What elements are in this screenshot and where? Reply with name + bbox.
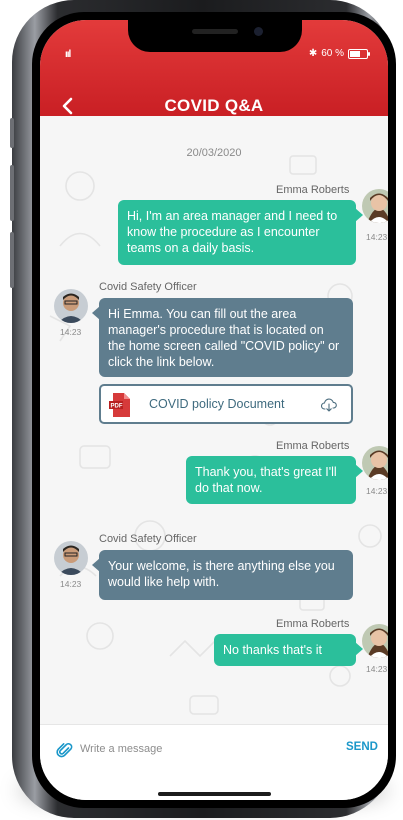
message-bubble-outgoing: No thanks that's it <box>214 634 363 666</box>
message-bubble-outgoing: Hi, I'm an area manager and I need to kn… <box>118 200 363 265</box>
chat-date: 20/03/2020 <box>186 147 242 159</box>
send-button[interactable]: SEND <box>346 741 378 753</box>
battery-icon <box>348 48 370 59</box>
cloud-download-icon[interactable] <box>321 397 337 413</box>
avatar-image <box>362 446 388 480</box>
message-composer: SEND <box>40 724 388 800</box>
notch <box>128 20 302 52</box>
sender-name: Covid Safety Officer <box>99 281 197 293</box>
paperclip-icon[interactable] <box>56 741 74 759</box>
sender-name: Covid Safety Officer <box>99 533 197 545</box>
message-time: 14:23 <box>60 327 82 337</box>
avatar-image <box>54 289 88 323</box>
sender-name: Emma Roberts <box>276 440 350 452</box>
avatar-emma-roberts <box>362 624 388 658</box>
avatar-image <box>54 541 88 575</box>
avatar-image <box>362 624 388 658</box>
pdf-badge: PDF <box>111 404 123 410</box>
signal-indicator: ııl <box>65 49 71 60</box>
message-time: 14:23 <box>366 664 388 674</box>
avatar-covid-safety-officer <box>54 541 88 575</box>
message-time: 14:23 <box>366 486 388 496</box>
status-right: ✱ 60 % <box>308 48 370 59</box>
message-input[interactable] <box>80 739 300 759</box>
bluetooth-icon: ✱ <box>308 48 318 59</box>
avatar-image <box>362 189 388 223</box>
phone-bezel: ııl ✱ 60 % COVID Q&A 20/03/2020 Emma Rob… <box>32 12 396 808</box>
front-camera <box>254 27 263 36</box>
chat-area[interactable]: 20/03/2020 Emma Roberts Hi, I'm an area … <box>40 116 388 724</box>
attachment-title: COVID policy Document <box>149 397 285 411</box>
pdf-icon: PDF <box>109 393 130 417</box>
avatar-covid-safety-officer <box>54 289 88 323</box>
message-time: 14:23 <box>60 579 82 589</box>
mute-switch <box>10 118 14 148</box>
attachment-link[interactable]: PDF COVID policy Document <box>99 384 353 424</box>
page-title: COVID Q&A <box>164 96 264 115</box>
message-time: 14:23 <box>366 232 388 242</box>
sender-name: Emma Roberts <box>276 184 350 196</box>
avatar-emma-roberts <box>362 446 388 480</box>
sender-name: Emma Roberts <box>276 618 350 630</box>
battery-percent: 60 % <box>321 48 344 59</box>
app-screen: ııl ✱ 60 % COVID Q&A 20/03/2020 Emma Rob… <box>40 20 388 800</box>
home-indicator <box>158 792 271 796</box>
speaker <box>192 29 238 34</box>
message-bubble-incoming: Hi Emma. You can fill out the area manag… <box>92 298 353 377</box>
phone-frame: ııl ✱ 60 % COVID Q&A 20/03/2020 Emma Rob… <box>10 0 396 818</box>
volume-up-button <box>10 165 14 221</box>
message-bubble-incoming: Your welcome, is there anything else you… <box>92 550 353 600</box>
volume-down-button <box>10 232 14 288</box>
avatar-emma-roberts <box>362 189 388 223</box>
message-bubble-outgoing: Thank you, that's great I'll do that now… <box>186 456 363 504</box>
